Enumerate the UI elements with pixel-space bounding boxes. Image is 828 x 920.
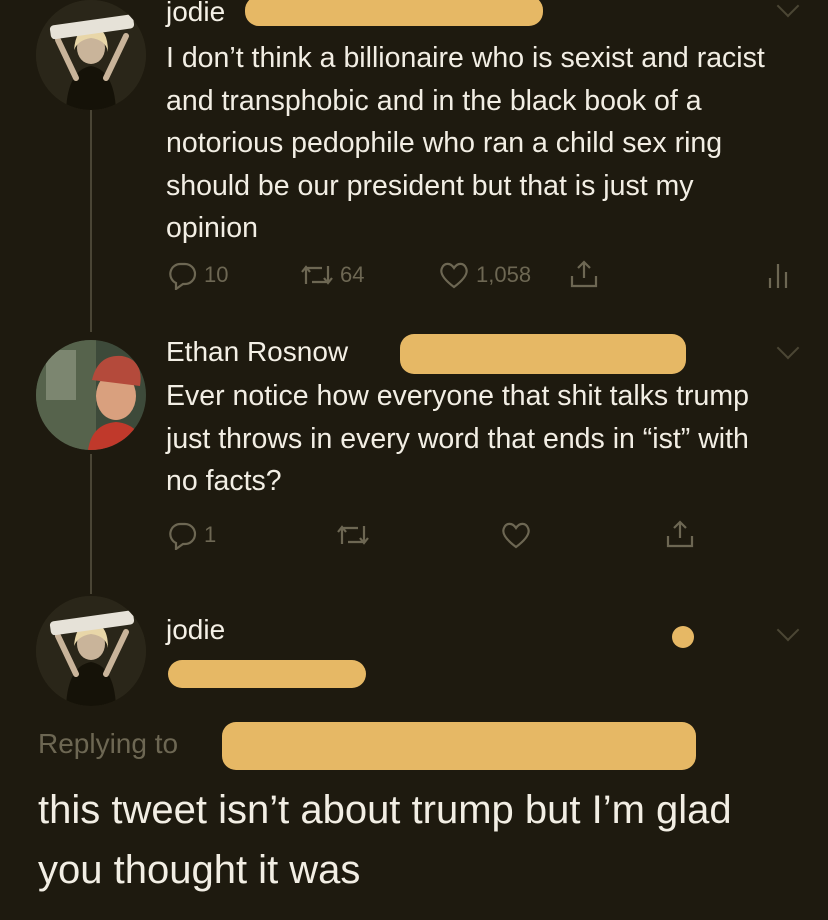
like-button[interactable]: 1,058 [438,260,531,290]
tweet-text: Ever notice how everyone that shit talks… [166,380,749,497]
avatar[interactable] [36,596,146,706]
analytics-button[interactable] [766,260,790,290]
status-dot [672,626,694,648]
chevron-down-icon[interactable] [776,618,800,642]
reply-icon [169,522,197,550]
reply-button[interactable]: 1 [168,520,216,550]
redacted-handle [245,0,543,26]
like-button[interactable] [500,520,532,550]
like-icon [502,522,530,549]
retweet-icon [301,265,333,285]
reply-icon [169,262,197,290]
share-icon [570,260,598,288]
avatar[interactable] [36,0,146,110]
redacted-reply-handle [222,722,696,770]
share-button[interactable] [664,518,696,550]
thread-line [90,454,92,594]
reply-count: 1 [204,522,217,547]
redacted-handle [400,334,686,374]
like-icon [440,262,468,289]
retweet-button[interactable]: 64 [300,260,364,290]
avatar[interactable] [36,340,146,450]
share-button[interactable] [568,258,600,290]
chevron-down-icon[interactable] [776,0,800,18]
display-name[interactable]: Ethan Rosnow [166,336,348,368]
redacted-handle [168,660,366,688]
chevron-down-icon[interactable] [776,336,800,360]
display-name[interactable]: jodie [166,0,225,28]
retweet-count: 64 [340,262,365,287]
reply-text: this tweet isn’t about trump but I’m gla… [38,788,732,892]
tweet-text: I don’t think a billionaire who is sexis… [166,42,765,244]
share-icon [666,520,694,548]
analytics-icon [768,264,788,288]
replying-to-label: Replying to [38,728,179,759]
reply-button[interactable]: 10 [168,260,228,290]
retweet-icon [337,525,369,545]
reply-count: 10 [204,262,229,287]
like-count: 1,058 [476,262,532,287]
display-name[interactable]: jodie [166,614,225,646]
thread-line [90,110,92,332]
retweet-button[interactable] [336,520,370,550]
